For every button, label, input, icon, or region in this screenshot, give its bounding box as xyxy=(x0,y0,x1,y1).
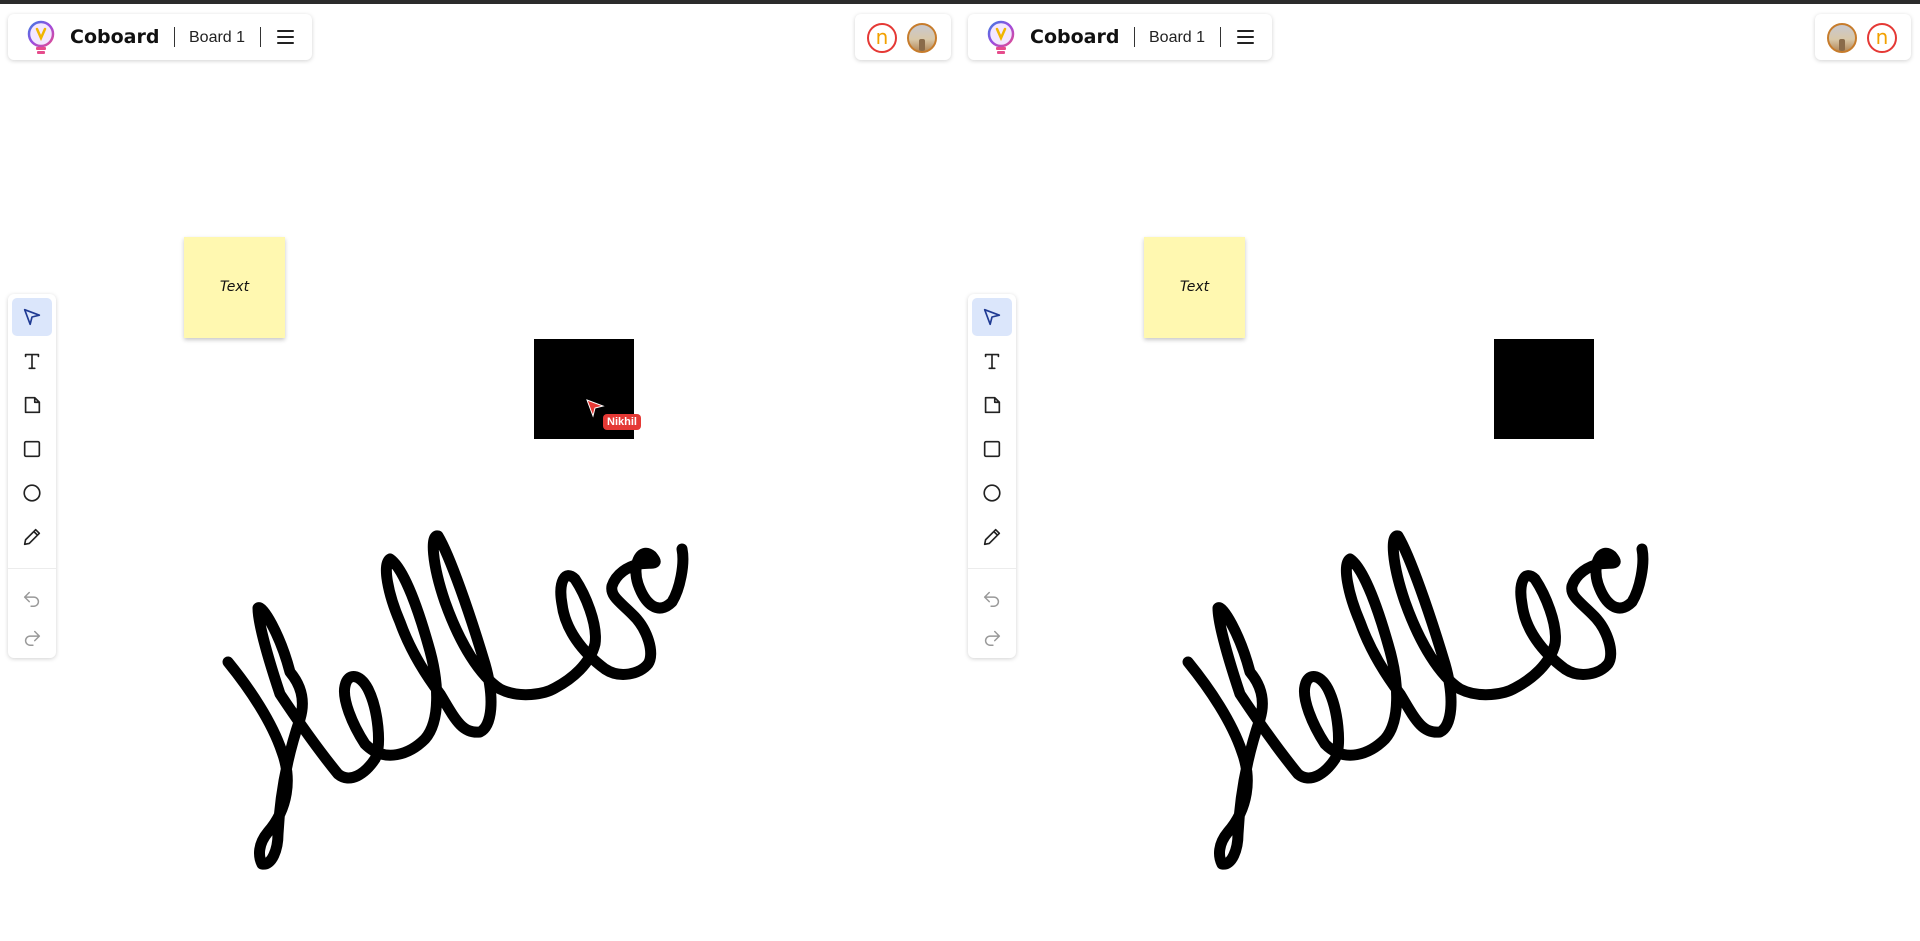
remote-cursor-icon xyxy=(586,399,605,418)
board-view-left[interactable]: Coboard Board 1 n Text Nikhil xyxy=(0,4,960,941)
freehand-hello-drawing[interactable] xyxy=(0,4,960,941)
board-view-right[interactable]: Coboard Board 1 n Text xyxy=(960,4,1920,941)
remote-cursor-label: Nikhil xyxy=(603,414,641,430)
freehand-hello-drawing[interactable] xyxy=(960,4,1920,941)
